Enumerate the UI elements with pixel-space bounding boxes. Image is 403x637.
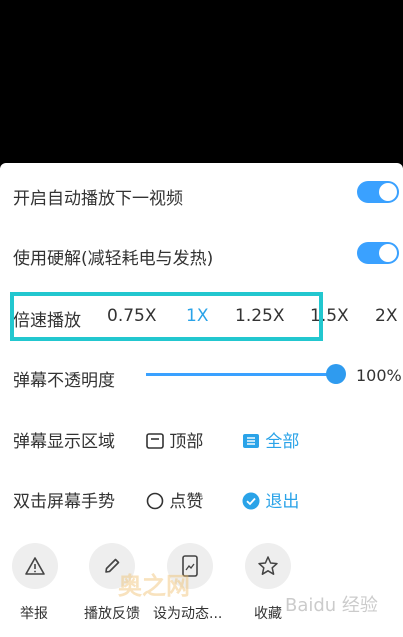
- all-area-icon: [243, 434, 259, 448]
- autoplay-toggle[interactable]: [357, 181, 399, 203]
- report-label: 举报: [20, 606, 48, 622]
- warning-icon: [25, 557, 45, 575]
- opacity-slider-track[interactable]: [146, 373, 336, 376]
- gesture-like-option[interactable]: 点赞: [146, 487, 203, 512]
- radio-unchecked-icon: [146, 492, 164, 510]
- gesture-label: 双击屏幕手势: [13, 492, 115, 512]
- area-label: 弹幕显示区域: [13, 432, 115, 452]
- area-top-option[interactable]: 顶部: [146, 427, 203, 452]
- opacity-label: 弹幕不透明度: [13, 371, 115, 391]
- gesture-exit-label: 退出: [265, 492, 300, 512]
- hw-decode-toggle[interactable]: [357, 242, 399, 264]
- video-area: [0, 0, 403, 163]
- opacity-slider-knob[interactable]: [326, 364, 346, 384]
- favorite-label: 收藏: [254, 606, 282, 622]
- speed-highlight-box: [10, 292, 323, 341]
- hw-decode-label: 使用硬解(减轻耗电与发热): [13, 249, 214, 269]
- star-icon: [258, 556, 278, 575]
- area-all-label: 全部: [265, 432, 300, 452]
- opacity-value: 100%: [356, 366, 402, 385]
- gesture-like-label: 点赞: [169, 492, 204, 512]
- autoplay-label: 开启自动播放下一视频: [13, 189, 183, 209]
- report-button[interactable]: [12, 543, 58, 589]
- area-all-option[interactable]: 全部: [242, 427, 299, 452]
- baidu-watermark: Baidu 经验: [285, 595, 378, 616]
- favorite-button[interactable]: [245, 543, 291, 589]
- speed-option-2x[interactable]: 2X: [375, 306, 397, 326]
- top-area-icon: [146, 433, 164, 449]
- area-top-label: 顶部: [169, 432, 204, 452]
- gesture-exit-option[interactable]: 退出: [242, 487, 299, 512]
- site-watermark: 奥之网: [118, 572, 190, 600]
- radio-checked-icon: [242, 492, 260, 510]
- set-wallpaper-label: 设为动态...: [153, 606, 223, 622]
- feedback-label: 播放反馈: [84, 606, 140, 622]
